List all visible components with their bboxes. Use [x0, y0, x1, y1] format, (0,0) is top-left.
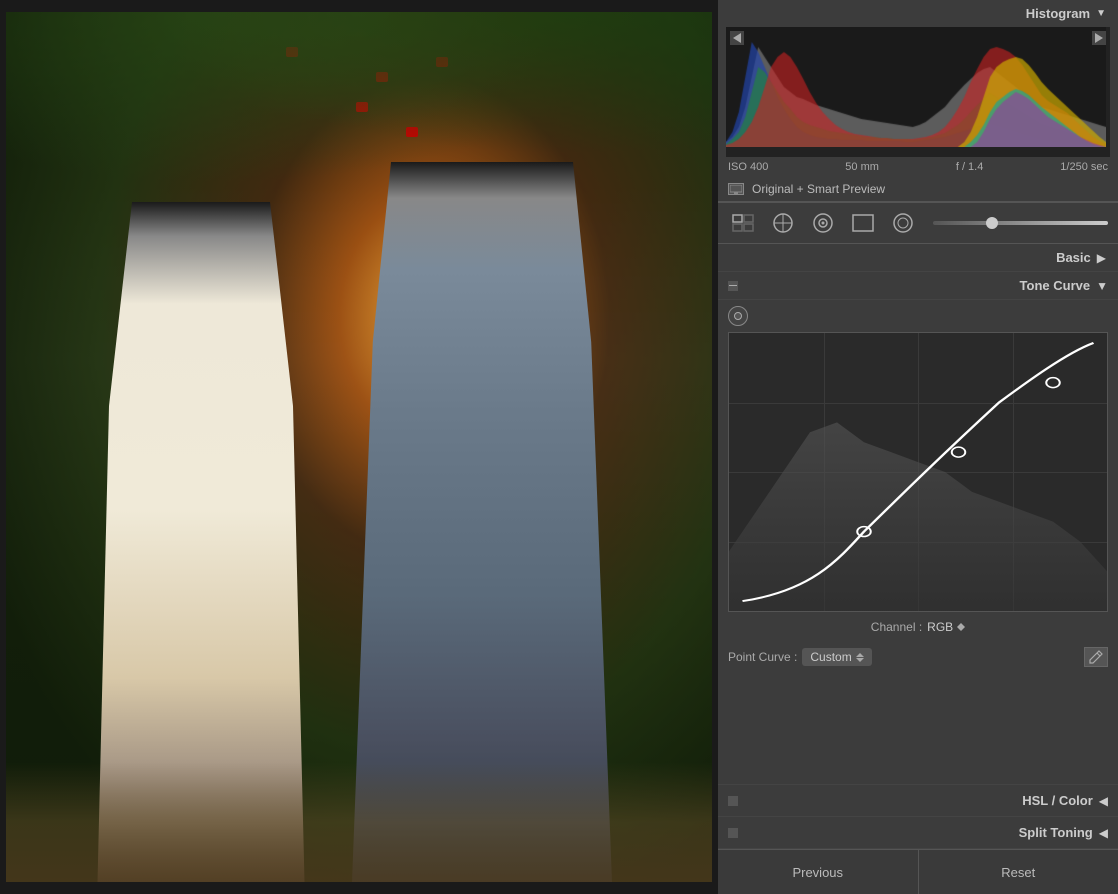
- exif-shutter: 1/250 sec: [1060, 161, 1108, 173]
- spot-heal-btn[interactable]: [808, 211, 838, 235]
- tc-channel-value: RGB: [927, 620, 953, 634]
- channel-down-arrow-icon: [957, 627, 965, 631]
- tc-expand-icon: ▼: [1096, 279, 1108, 293]
- hsl-collapse-btn[interactable]: [728, 796, 738, 806]
- basic-label: Basic: [1056, 250, 1091, 265]
- tc-edit-pen-btn[interactable]: [1084, 647, 1108, 667]
- hsl-section[interactable]: HSL / Color ◀: [718, 784, 1118, 817]
- exif-iso: ISO 400: [728, 161, 768, 173]
- split-toning-title: Split Toning: [748, 825, 1093, 840]
- clipping-right-arrow-icon: [1095, 33, 1103, 43]
- hsl-expand-icon: ◀: [1099, 794, 1108, 808]
- tc-channel-selector[interactable]: RGB: [927, 620, 965, 634]
- crop-tool-btn[interactable]: [768, 211, 798, 235]
- smart-preview-icon: [728, 183, 744, 195]
- tools-bar: [718, 203, 1118, 244]
- tc-point-curve-value: Custom: [810, 650, 851, 664]
- spot-icon: [812, 212, 834, 234]
- crop-icon: [772, 212, 794, 234]
- basic-section[interactable]: Basic ▶: [718, 244, 1118, 272]
- tc-curve-svg: [729, 333, 1107, 611]
- split-toning-section[interactable]: Split Toning ◀: [718, 817, 1118, 849]
- tools-slider[interactable]: [933, 221, 1108, 225]
- rect-mask-icon: [852, 214, 874, 232]
- histogram-expand-icon[interactable]: ▼: [1096, 8, 1106, 19]
- tc-collapse-btn[interactable]: [728, 281, 738, 291]
- previous-button[interactable]: Previous: [718, 850, 919, 894]
- monitor-icon: [730, 185, 742, 194]
- hsl-title: HSL / Color: [748, 793, 1093, 808]
- tc-graph[interactable]: [728, 332, 1108, 612]
- tc-control-pt-2[interactable]: [952, 447, 966, 457]
- tc-point-arrows-icon: [856, 653, 864, 662]
- smart-preview-bar: Original + Smart Preview: [718, 177, 1118, 202]
- photo-container: [6, 12, 712, 882]
- tc-channel-row: Channel : RGB: [718, 612, 1118, 642]
- tc-point-curve-selector[interactable]: Custom: [802, 648, 871, 666]
- circle-icon: [892, 212, 914, 234]
- tone-curve-title: Tone Curve: [748, 278, 1090, 293]
- exif-aperture: f / 1.4: [956, 161, 984, 173]
- clip-indicator: [356, 102, 368, 112]
- tc-point-curve-label: Point Curve :: [728, 650, 797, 664]
- tc-channel-label: Channel :: [871, 620, 922, 634]
- point-up-arrow-icon: [856, 653, 864, 657]
- tc-point-curve-row: Point Curve : Custom: [718, 642, 1118, 675]
- photo-bg: [6, 12, 712, 882]
- tc-channel-arrows-icon: [957, 623, 965, 631]
- right-panel: Histogram ▼ ISO 400 50 mm f / 1.4 1/250 …: [718, 0, 1118, 894]
- clip-indicator: [286, 47, 298, 57]
- exif-bar: ISO 400 50 mm f / 1.4 1/250 sec: [718, 157, 1118, 177]
- grid-icon: [732, 214, 754, 232]
- clip-indicator: [406, 127, 418, 137]
- point-down-arrow-icon: [856, 658, 864, 662]
- clip-indicator: [376, 72, 388, 82]
- minus-icon: [729, 285, 737, 286]
- pen-icon: [1089, 650, 1103, 664]
- clipping-left-arrow-icon: [733, 33, 741, 43]
- tone-curve-header: Tone Curve ▼: [718, 272, 1118, 300]
- loupe-tool-btn[interactable]: [728, 211, 758, 235]
- histogram-title: Histogram: [1026, 6, 1090, 21]
- exif-focal: 50 mm: [845, 161, 879, 173]
- reset-button[interactable]: Reset: [919, 850, 1118, 894]
- tone-curve-section: Tone Curve ▼: [718, 272, 1118, 784]
- st-collapse-btn[interactable]: [728, 828, 738, 838]
- tc-target-btn[interactable]: [728, 306, 748, 326]
- st-expand-icon: ◀: [1099, 826, 1108, 840]
- photo-panel: [0, 0, 718, 894]
- smart-preview-label: Original + Smart Preview: [752, 182, 885, 196]
- gradient-filter-btn[interactable]: [888, 211, 918, 235]
- histogram-canvas: [726, 27, 1110, 157]
- tc-target-icon: [734, 312, 742, 320]
- histogram-clipping-right-btn[interactable]: [1092, 31, 1106, 45]
- bottom-buttons: Previous Reset: [718, 849, 1118, 894]
- histogram-section: Histogram ▼ ISO 400 50 mm f / 1.4 1/250 …: [718, 0, 1118, 203]
- histogram-header: Histogram ▼: [718, 0, 1118, 27]
- tc-control-pt-3[interactable]: [1046, 378, 1060, 388]
- histogram-graph: [726, 27, 1106, 147]
- histogram-clipping-left-btn[interactable]: [730, 31, 744, 45]
- basic-expand-icon: ▶: [1097, 251, 1106, 265]
- rect-mask-btn[interactable]: [848, 211, 878, 235]
- slider-thumb[interactable]: [986, 217, 998, 229]
- clip-indicator: [436, 57, 448, 67]
